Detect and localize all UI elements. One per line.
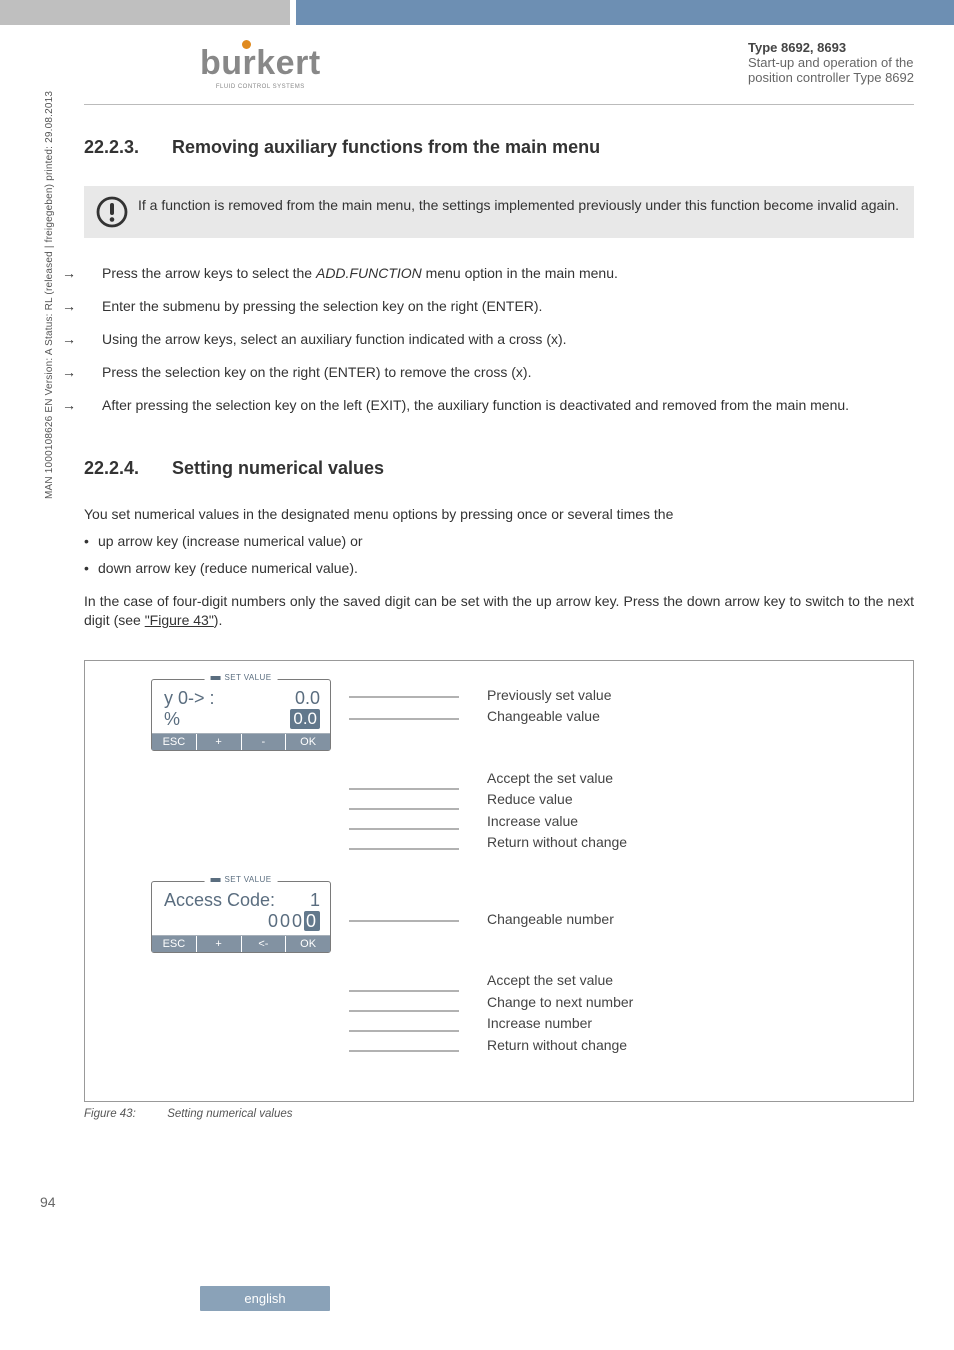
lcd-display-1: SET VALUE y 0-> : 0.0 % 0.0 ESC + - OK bbox=[151, 679, 331, 751]
leader-lines-1 bbox=[349, 679, 469, 859]
step-2: →Enter the submenu by pressing the selec… bbox=[84, 297, 914, 316]
exclamation-icon bbox=[96, 196, 128, 228]
lcd-row-change: % 0.0 bbox=[164, 709, 320, 730]
panel-2-labels: Changeable number Accept the set value C… bbox=[487, 881, 633, 1059]
figure-panel-2: SET VALUE Access Code: 1 0000 ESC + <- O… bbox=[151, 881, 891, 1061]
warning-callout: If a function is removed from the main m… bbox=[84, 186, 914, 238]
lcd-title: SET VALUE bbox=[205, 875, 278, 884]
label-accept: Accept the set value bbox=[487, 972, 633, 990]
label-return: Return without change bbox=[487, 1037, 633, 1055]
heading-num: 22.2.3. bbox=[84, 137, 172, 158]
bullet-up: up arrow key (increase numerical value) … bbox=[84, 532, 914, 551]
label-increase-number: Increase number bbox=[487, 1015, 633, 1033]
label-increase: Increase value bbox=[487, 813, 627, 831]
label-return: Return without change bbox=[487, 834, 627, 852]
lcd-row-prev: y 0-> : 0.0 bbox=[164, 688, 320, 709]
heading-title: Removing auxiliary functions from the ma… bbox=[172, 137, 600, 157]
step-5: →After pressing the selection key on the… bbox=[84, 396, 914, 415]
top-color-bars bbox=[0, 0, 954, 32]
callout-text: If a function is removed from the main m… bbox=[138, 196, 899, 215]
label-prev-value: Previously set value bbox=[487, 687, 627, 705]
lcd-keys-1: ESC + - OK bbox=[152, 733, 330, 750]
label-changeable-number: Changeable number bbox=[487, 911, 633, 929]
label-next-number: Change to next number bbox=[487, 994, 633, 1012]
heading-title: Setting numerical values bbox=[172, 458, 384, 478]
key-bullets: up arrow key (increase numerical value) … bbox=[84, 532, 914, 578]
step-4: →Press the selection key on the right (E… bbox=[84, 363, 914, 382]
label-accept: Accept the set value bbox=[487, 770, 627, 788]
lcd-row-access: Access Code: 1 bbox=[164, 890, 320, 911]
leader-lines-2 bbox=[349, 881, 469, 1061]
heading-22-2-4: 22.2.4.Setting numerical values bbox=[84, 458, 914, 479]
heading-22-2-3: 22.2.3.Removing auxiliary functions from… bbox=[84, 137, 914, 158]
page-number: 94 bbox=[40, 1194, 56, 1210]
label-reduce: Reduce value bbox=[487, 791, 627, 809]
doc-meta-line1: Start-up and operation of the bbox=[748, 55, 914, 70]
intro-text: You set numerical values in the designat… bbox=[84, 505, 914, 524]
lcd-title: SET VALUE bbox=[205, 673, 278, 682]
figure-caption: Figure 43: Setting numerical values bbox=[84, 1108, 914, 1120]
step-3: →Using the arrow keys, select an auxilia… bbox=[84, 330, 914, 349]
heading-num: 22.2.4. bbox=[84, 458, 172, 479]
key-ok: OK bbox=[286, 734, 330, 750]
key-plus: + bbox=[197, 734, 242, 750]
logo-tagline: FLUID CONTROL SYSTEMS bbox=[216, 84, 305, 90]
step-1: →Press the arrow keys to select the ADD.… bbox=[84, 264, 914, 283]
panel-1-labels: Previously set value Changeable value Ac… bbox=[487, 679, 627, 856]
figure-43: SET VALUE y 0-> : 0.0 % 0.0 ESC + - OK bbox=[84, 660, 914, 1102]
lcd-display-2: SET VALUE Access Code: 1 0000 ESC + <- O… bbox=[151, 881, 331, 953]
key-plus: + bbox=[197, 936, 242, 952]
doc-type: Type 8692, 8693 bbox=[748, 40, 914, 55]
key-minus: - bbox=[242, 734, 287, 750]
lcd-keys-2: ESC + <- OK bbox=[152, 935, 330, 952]
key-ok: OK bbox=[286, 936, 330, 952]
lcd-row-code: 0000 bbox=[164, 911, 320, 932]
key-esc: ESC bbox=[152, 734, 197, 750]
figure-panel-1: SET VALUE y 0-> : 0.0 % 0.0 ESC + - OK bbox=[151, 679, 891, 859]
top-bar-grey bbox=[0, 0, 290, 25]
bullet-down: down arrow key (reduce numerical value). bbox=[84, 559, 914, 578]
key-esc: ESC bbox=[152, 936, 197, 952]
key-prev: <- bbox=[242, 936, 287, 952]
footer-language-pill: english bbox=[200, 1286, 330, 1311]
logo-word: burkert bbox=[200, 44, 321, 83]
top-bar-blue bbox=[296, 0, 954, 25]
removal-steps: →Press the arrow keys to select the ADD.… bbox=[84, 264, 914, 414]
page-header: burkert FLUID CONTROL SYSTEMS Type 8692,… bbox=[0, 32, 954, 104]
label-changeable-value: Changeable value bbox=[487, 708, 627, 726]
figure-43-link[interactable]: "Figure 43" bbox=[145, 612, 214, 628]
four-digit-note: In the case of four-digit numbers only t… bbox=[84, 592, 914, 630]
doc-metadata: Type 8692, 8693 Start-up and operation o… bbox=[748, 40, 914, 85]
logo: burkert FLUID CONTROL SYSTEMS bbox=[200, 40, 321, 90]
doc-meta-line2: position controller Type 8692 bbox=[748, 70, 914, 85]
